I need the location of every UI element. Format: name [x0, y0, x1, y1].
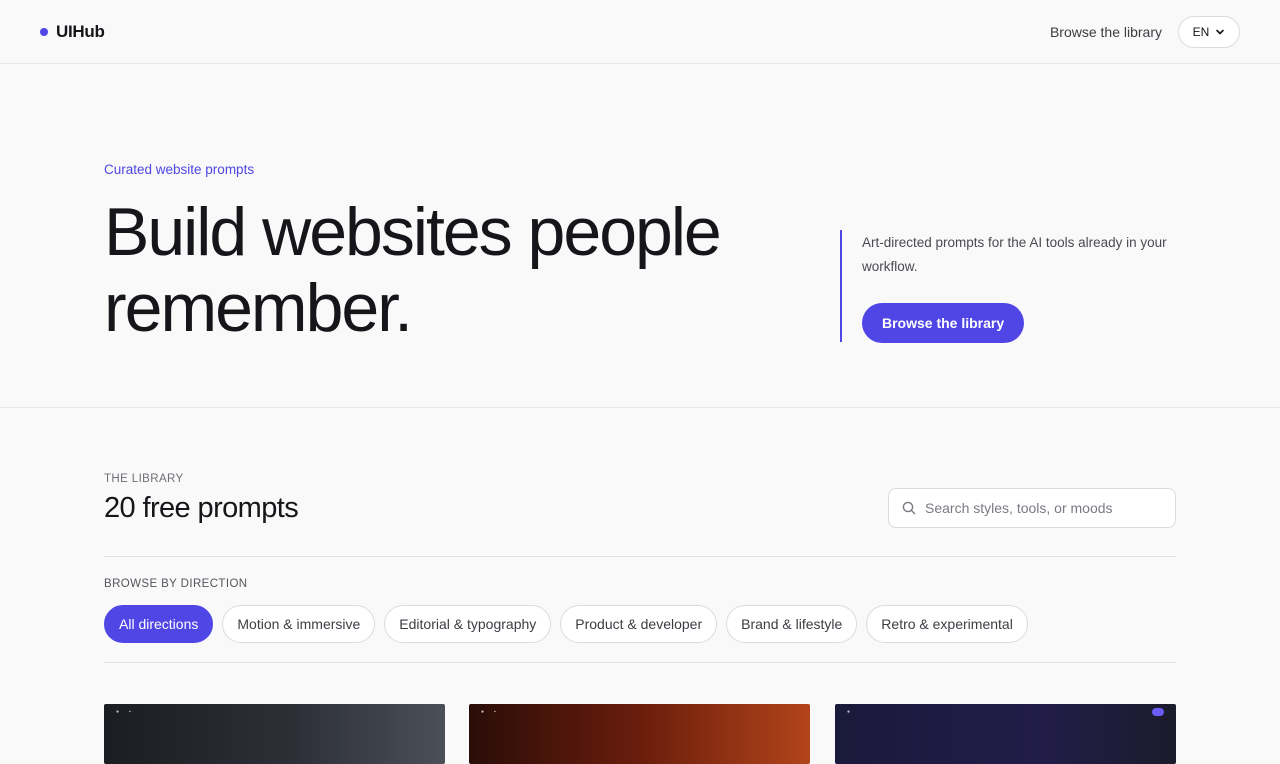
- card-preview-navbar: ●: [835, 704, 1176, 720]
- browse-library-link[interactable]: Browse the library: [1050, 24, 1162, 40]
- filter-chips: All directions Motion & immersive Editor…: [104, 605, 1028, 643]
- language-value: EN: [1192, 24, 1210, 39]
- filter-retro-experimental[interactable]: Retro & experimental: [866, 605, 1028, 643]
- card-preview-pill-icon: [1152, 708, 1164, 716]
- filter-product-developer[interactable]: Product & developer: [560, 605, 718, 643]
- library-title: 20 free prompts: [104, 492, 299, 524]
- divider: [104, 662, 1176, 663]
- card-preview-logo-icon: ●: [481, 709, 485, 715]
- filter-all-directions[interactable]: All directions: [104, 605, 214, 643]
- hero-title: Build websites people remember.: [104, 194, 824, 346]
- prompt-card[interactable]: ●: [835, 704, 1176, 764]
- chevron-down-icon: [1216, 29, 1225, 34]
- card-preview-nav-dot-icon: ▪: [129, 709, 131, 715]
- browse-library-button[interactable]: Browse the library: [862, 303, 1025, 343]
- language-select[interactable]: EN: [1178, 15, 1240, 48]
- hero-section: Curated website prompts Build websites p…: [0, 64, 1280, 408]
- card-preview-navbar: ● ▪: [104, 704, 445, 720]
- card-preview-logo-icon: ●: [116, 709, 120, 715]
- brand-dot-icon: [40, 27, 48, 36]
- filter-editorial-typography[interactable]: Editorial & typography: [384, 605, 552, 643]
- hero-side-panel: Art-directed prompts for the AI tools al…: [840, 230, 1176, 343]
- filter-motion-immersive[interactable]: Motion & immersive: [222, 605, 376, 643]
- search-input[interactable]: [925, 500, 1155, 516]
- hero-description: Art-directed prompts for the AI tools al…: [862, 235, 1167, 274]
- hero-eyebrow: Curated website prompts: [104, 162, 255, 177]
- card-preview-nav-dot-icon: ▪: [494, 709, 496, 715]
- hero-title-line-2: remember.: [104, 270, 413, 346]
- card-preview-navbar: ● ▪: [469, 704, 810, 720]
- filter-brand-lifestyle[interactable]: Brand & lifestyle: [726, 605, 858, 643]
- prompt-card[interactable]: ● ▪: [104, 704, 445, 764]
- brand-logo[interactable]: UIHub: [40, 22, 105, 42]
- prompt-card[interactable]: ● ▪: [469, 704, 810, 764]
- library-label: THE LIBRARY: [104, 473, 184, 485]
- search-box[interactable]: [888, 488, 1176, 528]
- site-header: UIHub Browse the library EN: [0, 0, 1280, 64]
- browse-by-direction-label: BROWSE BY DIRECTION: [104, 578, 248, 590]
- header-actions: Browse the library EN: [1050, 15, 1240, 48]
- divider: [104, 556, 1176, 557]
- hero-title-line-1: Build websites people: [104, 194, 722, 270]
- search-icon: [902, 501, 916, 515]
- card-preview-logo-icon: ●: [847, 709, 851, 715]
- brand-name: UIHub: [56, 21, 105, 41]
